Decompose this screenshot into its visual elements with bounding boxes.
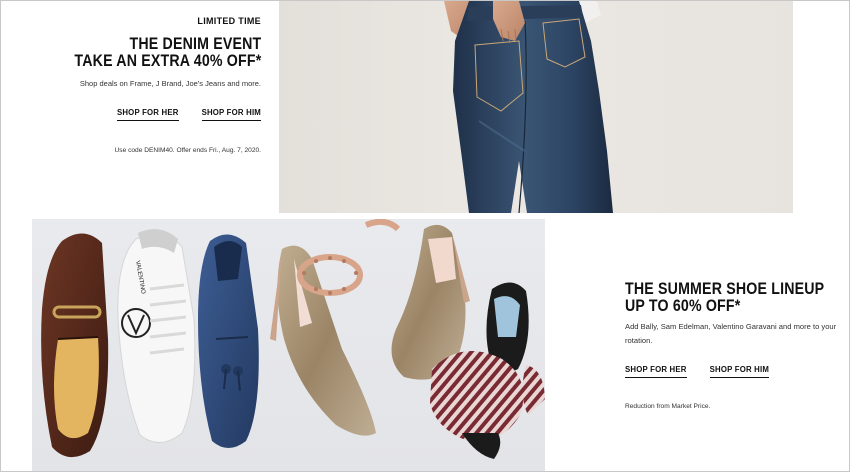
shoe-copy: THE SUMMER SHOE LINEUP UP TO 60% OFF* Ad… — [625, 219, 845, 471]
denim-headline-line1: THE DENIM EVENT — [129, 35, 261, 53]
denim-fineprint: Use code DENIM40. Offer ends Fri., Aug. … — [114, 147, 261, 154]
brown-loafer — [41, 233, 109, 458]
shoe-shop-for-her-link[interactable]: SHOP FOR HER — [625, 365, 687, 378]
denim-shop-for-her-link[interactable]: SHOP FOR HER — [116, 108, 179, 121]
denim-headline-line2: TAKE AN EXTRA 40% OFF* — [74, 52, 261, 70]
denim-shop-for-him-link[interactable]: SHOP FOR HIM — [201, 108, 261, 121]
denim-cta-group: SHOP FOR HER SHOP FOR HIM — [116, 108, 261, 121]
denim-eyebrow: LIMITED TIME — [197, 16, 261, 26]
denim-hero-image[interactable] — [279, 1, 793, 213]
navy-suede-loafer — [198, 234, 259, 448]
shoe-headline: THE SUMMER SHOE LINEUP UP TO 60% OFF* — [625, 281, 824, 315]
denim-jeans-illustration — [444, 1, 613, 213]
shoe-collection-illustration: VALENTINO — [41, 219, 545, 459]
shoe-fineprint: Reduction from Market Price. — [625, 403, 711, 410]
denim-headline: THE DENIM EVENT TAKE AN EXTRA 40% OFF* — [74, 36, 261, 70]
denim-copy: LIMITED TIME THE DENIM EVENT TAKE AN EXT… — [41, 1, 261, 213]
denim-subtext: Shop deals on Frame, J Brand, Joe's Jean… — [79, 79, 261, 88]
shoe-headline-line1: THE SUMMER SHOE LINEUP — [625, 280, 825, 298]
shoe-hero-image[interactable]: VALENTINO — [32, 219, 545, 471]
shoe-shop-for-him-link[interactable]: SHOP FOR HIM — [709, 365, 770, 378]
shoe-headline-line2: UP TO 60% OFF* — [625, 297, 741, 315]
page-frame: LIMITED TIME THE DENIM EVENT TAKE AN EXT… — [0, 0, 850, 472]
white-sneaker: VALENTINO — [117, 229, 196, 443]
glitter-pump — [270, 245, 376, 436]
shoe-cta-group: SHOP FOR HER SHOP FOR HIM — [625, 365, 770, 378]
shoe-subtext: Add Bally, Sam Edelman, Valentino Garava… — [625, 322, 837, 345]
